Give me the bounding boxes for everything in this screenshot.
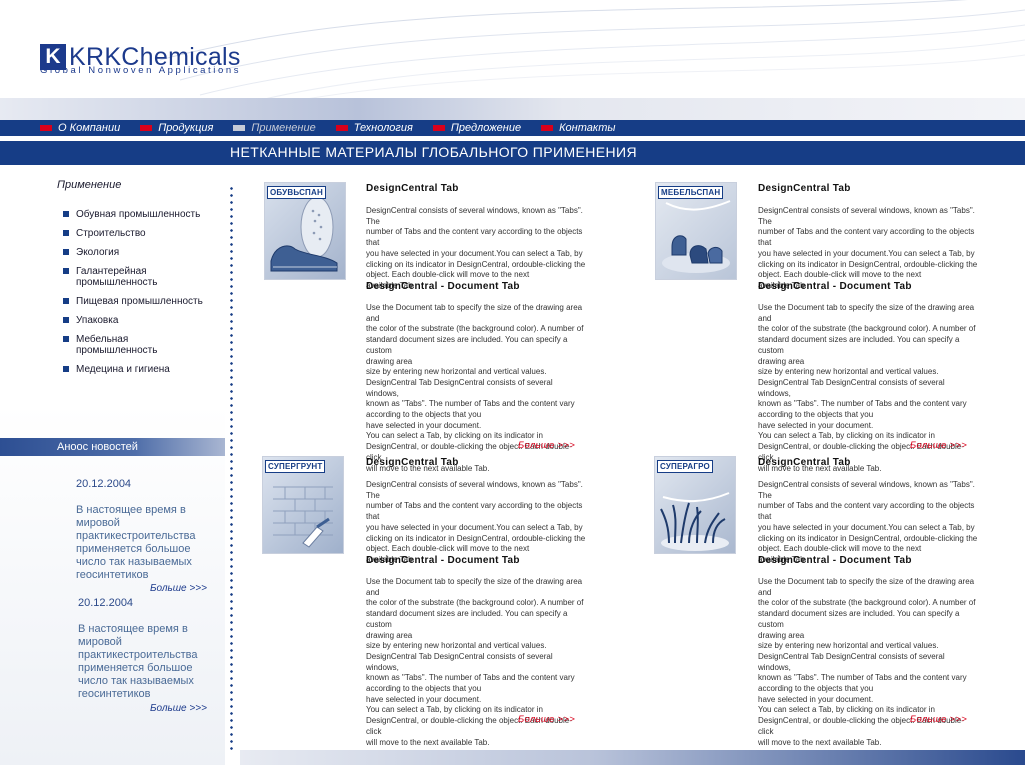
product-image-soil[interactable]: СУПЕРГРУНТ: [262, 456, 344, 554]
more-link[interactable]: Больше >>>: [910, 440, 967, 451]
nav-bullet-icon: [335, 125, 348, 131]
product-image-furniture[interactable]: МЕБЕЛЬСПАН: [655, 182, 737, 280]
news-more-link[interactable]: Больше >>>: [150, 583, 207, 594]
sidebar-item-medicine[interactable]: Медецина и гигиена: [63, 364, 223, 375]
bullet-icon: [63, 317, 69, 323]
product-badge: СУПЕРАГРО: [657, 460, 713, 473]
page-title: НЕТКАННЫЕ МАТЕРИАЛЫ ГЛОБАЛЬНОГО ПРИМЕНЕН…: [230, 144, 637, 160]
sidebar-item-food[interactable]: Пищевая промышленность: [63, 296, 223, 307]
bullet-icon: [63, 366, 69, 372]
nav-item-label: Контакты: [559, 122, 616, 134]
nav-item-label: Технология: [353, 122, 413, 134]
logo-tagline: Global Nonwoven Applications: [40, 65, 242, 76]
section-body: DesignCentral consists of several window…: [366, 206, 586, 290]
product-image-footwear[interactable]: ОБУВЬСПАН: [264, 182, 346, 280]
sidebar-item-label: Обувная промышленность: [76, 209, 201, 220]
more-link[interactable]: Больше >>>: [518, 714, 575, 725]
section-body: DesignCentral consists of several window…: [366, 480, 586, 564]
section-title: DesignCentral Tab: [758, 457, 851, 468]
sidebar-item-label: Галантерейная промышленность: [76, 266, 158, 288]
nav-item-label: О Компании: [58, 122, 121, 134]
nav-bullet-icon: [140, 125, 153, 131]
nav-item-offer[interactable]: Предложение: [432, 122, 522, 134]
sidebar-item-haberdashery[interactable]: Галантерейная промышленность: [63, 266, 223, 288]
section-title: DesignCentral - Document Tab: [366, 555, 520, 566]
product-badge: МЕБЕЛЬСПАН: [658, 186, 724, 199]
sidebar-item-label: Мебельная промышленность: [76, 334, 158, 356]
section-title: DesignCentral Tab: [366, 183, 459, 194]
sidebar-item-label: Медецина и гигиена: [76, 364, 170, 375]
sidebar-item-label: Пищевая промышленность: [76, 296, 203, 307]
nav-bullet-icon: [541, 125, 554, 131]
title-bar: НЕТКАННЫЕ МАТЕРИАЛЫ ГЛОБАЛЬНОГО ПРИМЕНЕН…: [0, 141, 1025, 165]
sidebar-item-construction[interactable]: Строительство: [63, 228, 223, 239]
nav-item-contacts[interactable]: Контакты: [541, 122, 615, 134]
news-date: 20.12.2004: [76, 478, 132, 490]
main-nav: О Компании Продукция Применение Технолог…: [0, 120, 1025, 136]
bullet-icon: [63, 249, 69, 255]
sidebar-item-packaging[interactable]: Упаковка: [63, 315, 223, 326]
news-text: В настоящее время в мировой практикестро…: [78, 623, 198, 700]
bullet-icon: [63, 230, 69, 236]
news-heading: Аноос новостей: [57, 441, 138, 453]
nav-item-about[interactable]: О Компании: [40, 122, 120, 134]
nav-bullet-icon: [40, 125, 52, 131]
section-body: DesignCentral consists of several window…: [758, 480, 978, 564]
section-title: DesignCentral - Document Tab: [758, 555, 912, 566]
section-title: DesignCentral - Document Tab: [366, 281, 520, 292]
nav-item-applications[interactable]: Применение: [233, 122, 316, 134]
sidebar-item-label: Упаковка: [76, 315, 119, 326]
news-text: В настоящее время в мировой практикестро…: [76, 504, 196, 581]
nav-bullet-icon: [233, 125, 246, 131]
section-title: DesignCentral - Document Tab: [758, 281, 912, 292]
bullet-icon: [63, 336, 69, 342]
footer-band: [240, 750, 1025, 765]
product-image-agro[interactable]: СУПЕРАГРО: [654, 456, 736, 554]
news-date: 20.12.2004: [78, 597, 134, 609]
nav-item-products[interactable]: Продукция: [140, 122, 213, 134]
header: K KRKChemicals Global Nonwoven Applicati…: [0, 0, 1025, 120]
nav-item-label: Предложение: [450, 122, 522, 134]
news-header: Аноос новостей: [0, 438, 225, 456]
bullet-icon: [63, 211, 69, 217]
news-more-link[interactable]: Больше >>>: [150, 703, 207, 714]
product-badge: СУПЕРГРУНТ: [265, 460, 326, 473]
nav-item-label: Применение: [251, 122, 316, 134]
sidebar-item-ecology[interactable]: Экология: [63, 247, 223, 258]
section-title: DesignCentral Tab: [366, 457, 459, 468]
sidebar-list: Обувная промышленность Строительство Эко…: [63, 209, 223, 383]
header-band: [0, 98, 1025, 120]
product-badge: ОБУВЬСПАН: [267, 186, 326, 199]
sidebar-item-label: Строительство: [76, 228, 146, 239]
section-body: DesignCentral consists of several window…: [758, 206, 978, 290]
bullet-icon: [63, 268, 69, 274]
more-link[interactable]: Больше >>>: [910, 714, 967, 725]
sidebar-title: Применение: [57, 179, 122, 191]
sidebar-item-label: Экология: [76, 247, 120, 258]
nav-item-technology[interactable]: Технология: [335, 122, 413, 134]
more-link[interactable]: Больше >>>: [518, 440, 575, 451]
sidebar-item-furniture[interactable]: Мебельная промышленность: [63, 334, 223, 356]
bullet-icon: [63, 298, 69, 304]
nav-bullet-icon: [432, 125, 445, 131]
nav-item-label: Продукция: [158, 122, 214, 134]
dotted-divider: [230, 185, 233, 750]
section-title: DesignCentral Tab: [758, 183, 851, 194]
sidebar-item-footwear[interactable]: Обувная промышленность: [63, 209, 223, 220]
